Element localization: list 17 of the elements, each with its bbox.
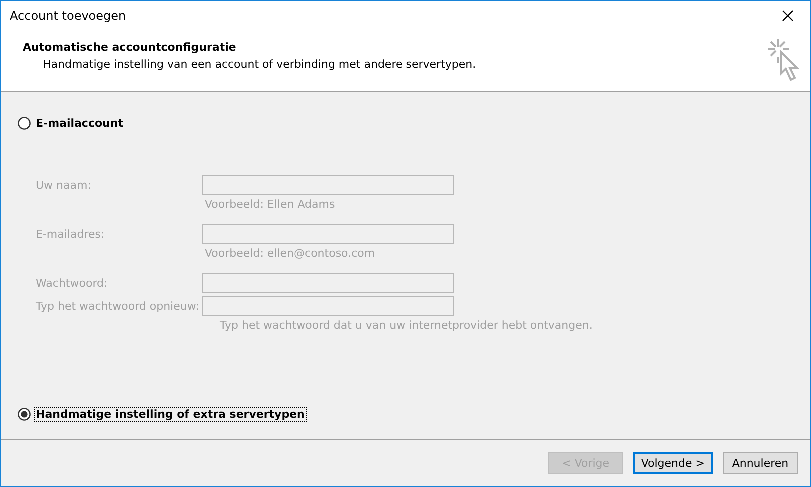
radio-button[interactable] bbox=[18, 408, 31, 421]
header-title: Automatische accountconfiguratie bbox=[23, 41, 238, 54]
field-label: Uw naam: bbox=[36, 178, 92, 192]
radio-label[interactable]: Handmatige instelling of extra servertypen bbox=[34, 407, 307, 422]
radio-label[interactable]: E-mailaccount bbox=[34, 116, 126, 131]
field-hint: Voorbeeld: ellen@contoso.com bbox=[204, 247, 376, 262]
dialog-button[interactable]: Annuleren bbox=[723, 452, 798, 474]
field-label: Typ het wachtwoord opnieuw: bbox=[36, 300, 200, 312]
window-title: Account toevoegen bbox=[10, 9, 126, 23]
field-label: E-mailadres: bbox=[36, 228, 106, 240]
field-hint: Typ het wachtwoord dat u van uw internetprovider hebt ontvangen. bbox=[219, 319, 593, 334]
field-label: Wachtwoord: bbox=[36, 276, 109, 290]
radio-button[interactable] bbox=[18, 117, 31, 130]
close-icon bbox=[782, 10, 794, 22]
field-hint: Voorbeeld: Ellen Adams bbox=[204, 198, 336, 213]
header-subtitle: Handmatige instelling van een account of verbinding met andere servertypen. bbox=[43, 58, 476, 71]
dialog-button[interactable]: Volgende > bbox=[633, 452, 713, 474]
